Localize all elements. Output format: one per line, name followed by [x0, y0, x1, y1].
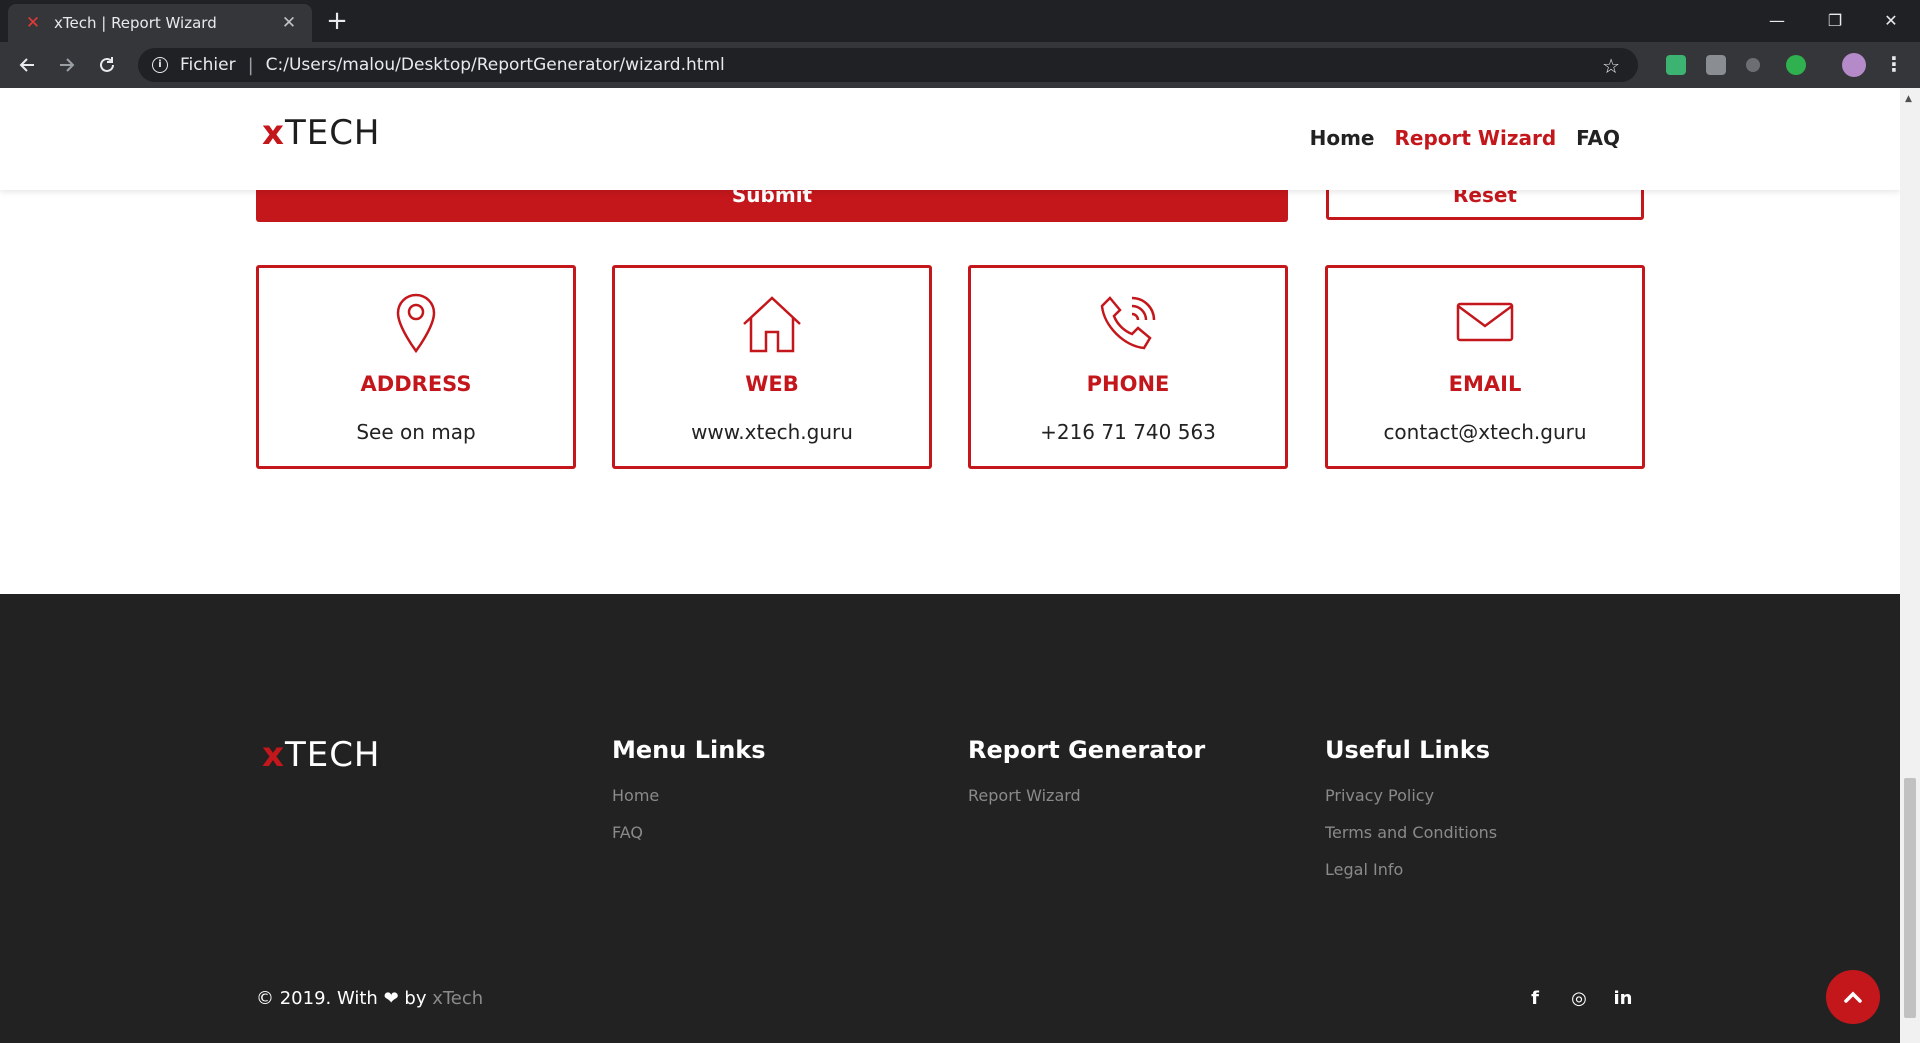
footer-link-report-wizard[interactable]: Report Wizard: [968, 786, 1205, 805]
footer-report-generator: Report Generator Report Wizard: [968, 736, 1205, 823]
chevron-up-icon: [1844, 991, 1862, 1003]
site-logo[interactable]: xTECH: [262, 116, 381, 150]
instagram-icon[interactable]: ◎: [1566, 986, 1592, 1012]
page-viewport: xTECH Home Report Wizard FAQ Submit Rese…: [0, 88, 1900, 1043]
page-scrollbar[interactable]: ▲: [1900, 88, 1920, 1043]
main-nav: Home Report Wizard FAQ: [1310, 126, 1620, 150]
omnibox-separator: |: [247, 54, 254, 76]
map-pin-icon: [259, 292, 573, 356]
reload-icon[interactable]: [92, 50, 122, 80]
close-tab-icon[interactable]: ✕: [278, 13, 300, 33]
footer-link-terms[interactable]: Terms and Conditions: [1325, 823, 1497, 842]
footer-link-faq[interactable]: FAQ: [612, 823, 766, 842]
minimize-icon[interactable]: —: [1748, 0, 1806, 40]
logo-x: x: [262, 113, 285, 153]
url-text[interactable]: C:/Users/malou/Desktop/ReportGenerator/w…: [266, 55, 725, 75]
report-generator-heading: Report Generator: [968, 736, 1206, 764]
new-tab-button[interactable]: +: [322, 6, 352, 36]
useful-links-heading: Useful Links: [1325, 736, 1491, 764]
address-bar[interactable]: i Fichier | C:/Users/malou/Desktop/Repor…: [138, 48, 1638, 82]
address-title: ADDRESS: [360, 372, 472, 396]
footer-menu-links: Menu Links Home FAQ: [612, 736, 766, 860]
email-card[interactable]: EMAIL contact@xtech.guru: [1325, 265, 1645, 469]
envelope-icon: [1328, 300, 1642, 364]
back-icon[interactable]: [12, 50, 42, 80]
logo-text: TECH: [284, 113, 381, 153]
favicon-icon: ✕: [25, 13, 41, 33]
nav-faq[interactable]: FAQ: [1576, 126, 1620, 150]
copyright-brand-link[interactable]: xTech: [432, 988, 483, 1009]
copyright-by: by: [404, 988, 427, 1009]
extension-gray-icon[interactable]: [1706, 55, 1726, 75]
profile-avatar[interactable]: [1842, 53, 1866, 77]
restore-icon[interactable]: ❐: [1806, 0, 1864, 40]
footer-link-home[interactable]: Home: [612, 786, 766, 805]
site-header: xTECH Home Report Wizard FAQ: [0, 88, 1900, 190]
back-to-top-button[interactable]: [1826, 970, 1880, 1024]
footer-useful-links: Useful Links Privacy Policy Terms and Co…: [1325, 736, 1497, 897]
close-window-icon[interactable]: ✕: [1862, 0, 1920, 40]
extension-play-icon[interactable]: [1786, 55, 1806, 75]
nav-report-wizard[interactable]: Report Wizard: [1395, 126, 1557, 150]
footer-logo-text: TECH: [284, 735, 381, 775]
nav-home[interactable]: Home: [1310, 126, 1375, 150]
browser-tab[interactable]: ✕ xTech | Report Wizard ✕: [8, 4, 312, 42]
linkedin-icon[interactable]: in: [1610, 986, 1636, 1012]
email-title: EMAIL: [1448, 372, 1522, 396]
footer-logo-x: x: [262, 735, 285, 775]
address-value[interactable]: See on map: [259, 420, 573, 444]
footer-logo[interactable]: xTECH: [262, 738, 381, 772]
home-icon: [615, 292, 929, 356]
web-title: WEB: [745, 372, 799, 396]
phone-card[interactable]: PHONE +216 71 740 563: [968, 265, 1288, 469]
phone-value[interactable]: +216 71 740 563: [971, 420, 1285, 444]
copyright-prefix: © 2019. With: [256, 988, 378, 1009]
web-value[interactable]: www.xtech.guru: [615, 420, 929, 444]
heart-icon: ❤: [383, 988, 399, 1009]
email-value[interactable]: contact@xtech.guru: [1328, 420, 1642, 444]
menu-links-heading: Menu Links: [612, 736, 766, 764]
scroll-up-arrow-icon[interactable]: ▲: [1905, 94, 1912, 104]
info-icon[interactable]: i: [152, 57, 168, 73]
browser-tab-bar: ✕ xTech | Report Wizard ✕ + — ❐ ✕: [0, 0, 1920, 42]
footer-link-legal[interactable]: Legal Info: [1325, 860, 1497, 879]
address-card[interactable]: ADDRESS See on map: [256, 265, 576, 469]
extension-evernote-icon[interactable]: [1666, 55, 1686, 75]
browser-toolbar: i Fichier | C:/Users/malou/Desktop/Repor…: [0, 42, 1920, 88]
footer-link-privacy[interactable]: Privacy Policy: [1325, 786, 1497, 805]
phone-icon: [971, 292, 1285, 356]
tab-title: xTech | Report Wizard: [54, 14, 217, 32]
site-footer: xTECH Menu Links Home FAQ Report Generat…: [0, 594, 1900, 1043]
bookmark-star-icon[interactable]: ☆: [1602, 54, 1620, 78]
browser-menu-icon[interactable]: ⋮: [1884, 52, 1904, 76]
copyright: © 2019. With ❤ by xTech: [256, 988, 483, 1009]
forward-icon[interactable]: [52, 50, 82, 80]
facebook-icon[interactable]: f: [1522, 986, 1548, 1012]
scheme-label: Fichier: [180, 55, 236, 75]
web-card[interactable]: WEB www.xtech.guru: [612, 265, 932, 469]
scroll-thumb[interactable]: [1904, 778, 1916, 1018]
extension-bulb-icon[interactable]: [1746, 58, 1760, 72]
phone-title: PHONE: [1086, 372, 1170, 396]
